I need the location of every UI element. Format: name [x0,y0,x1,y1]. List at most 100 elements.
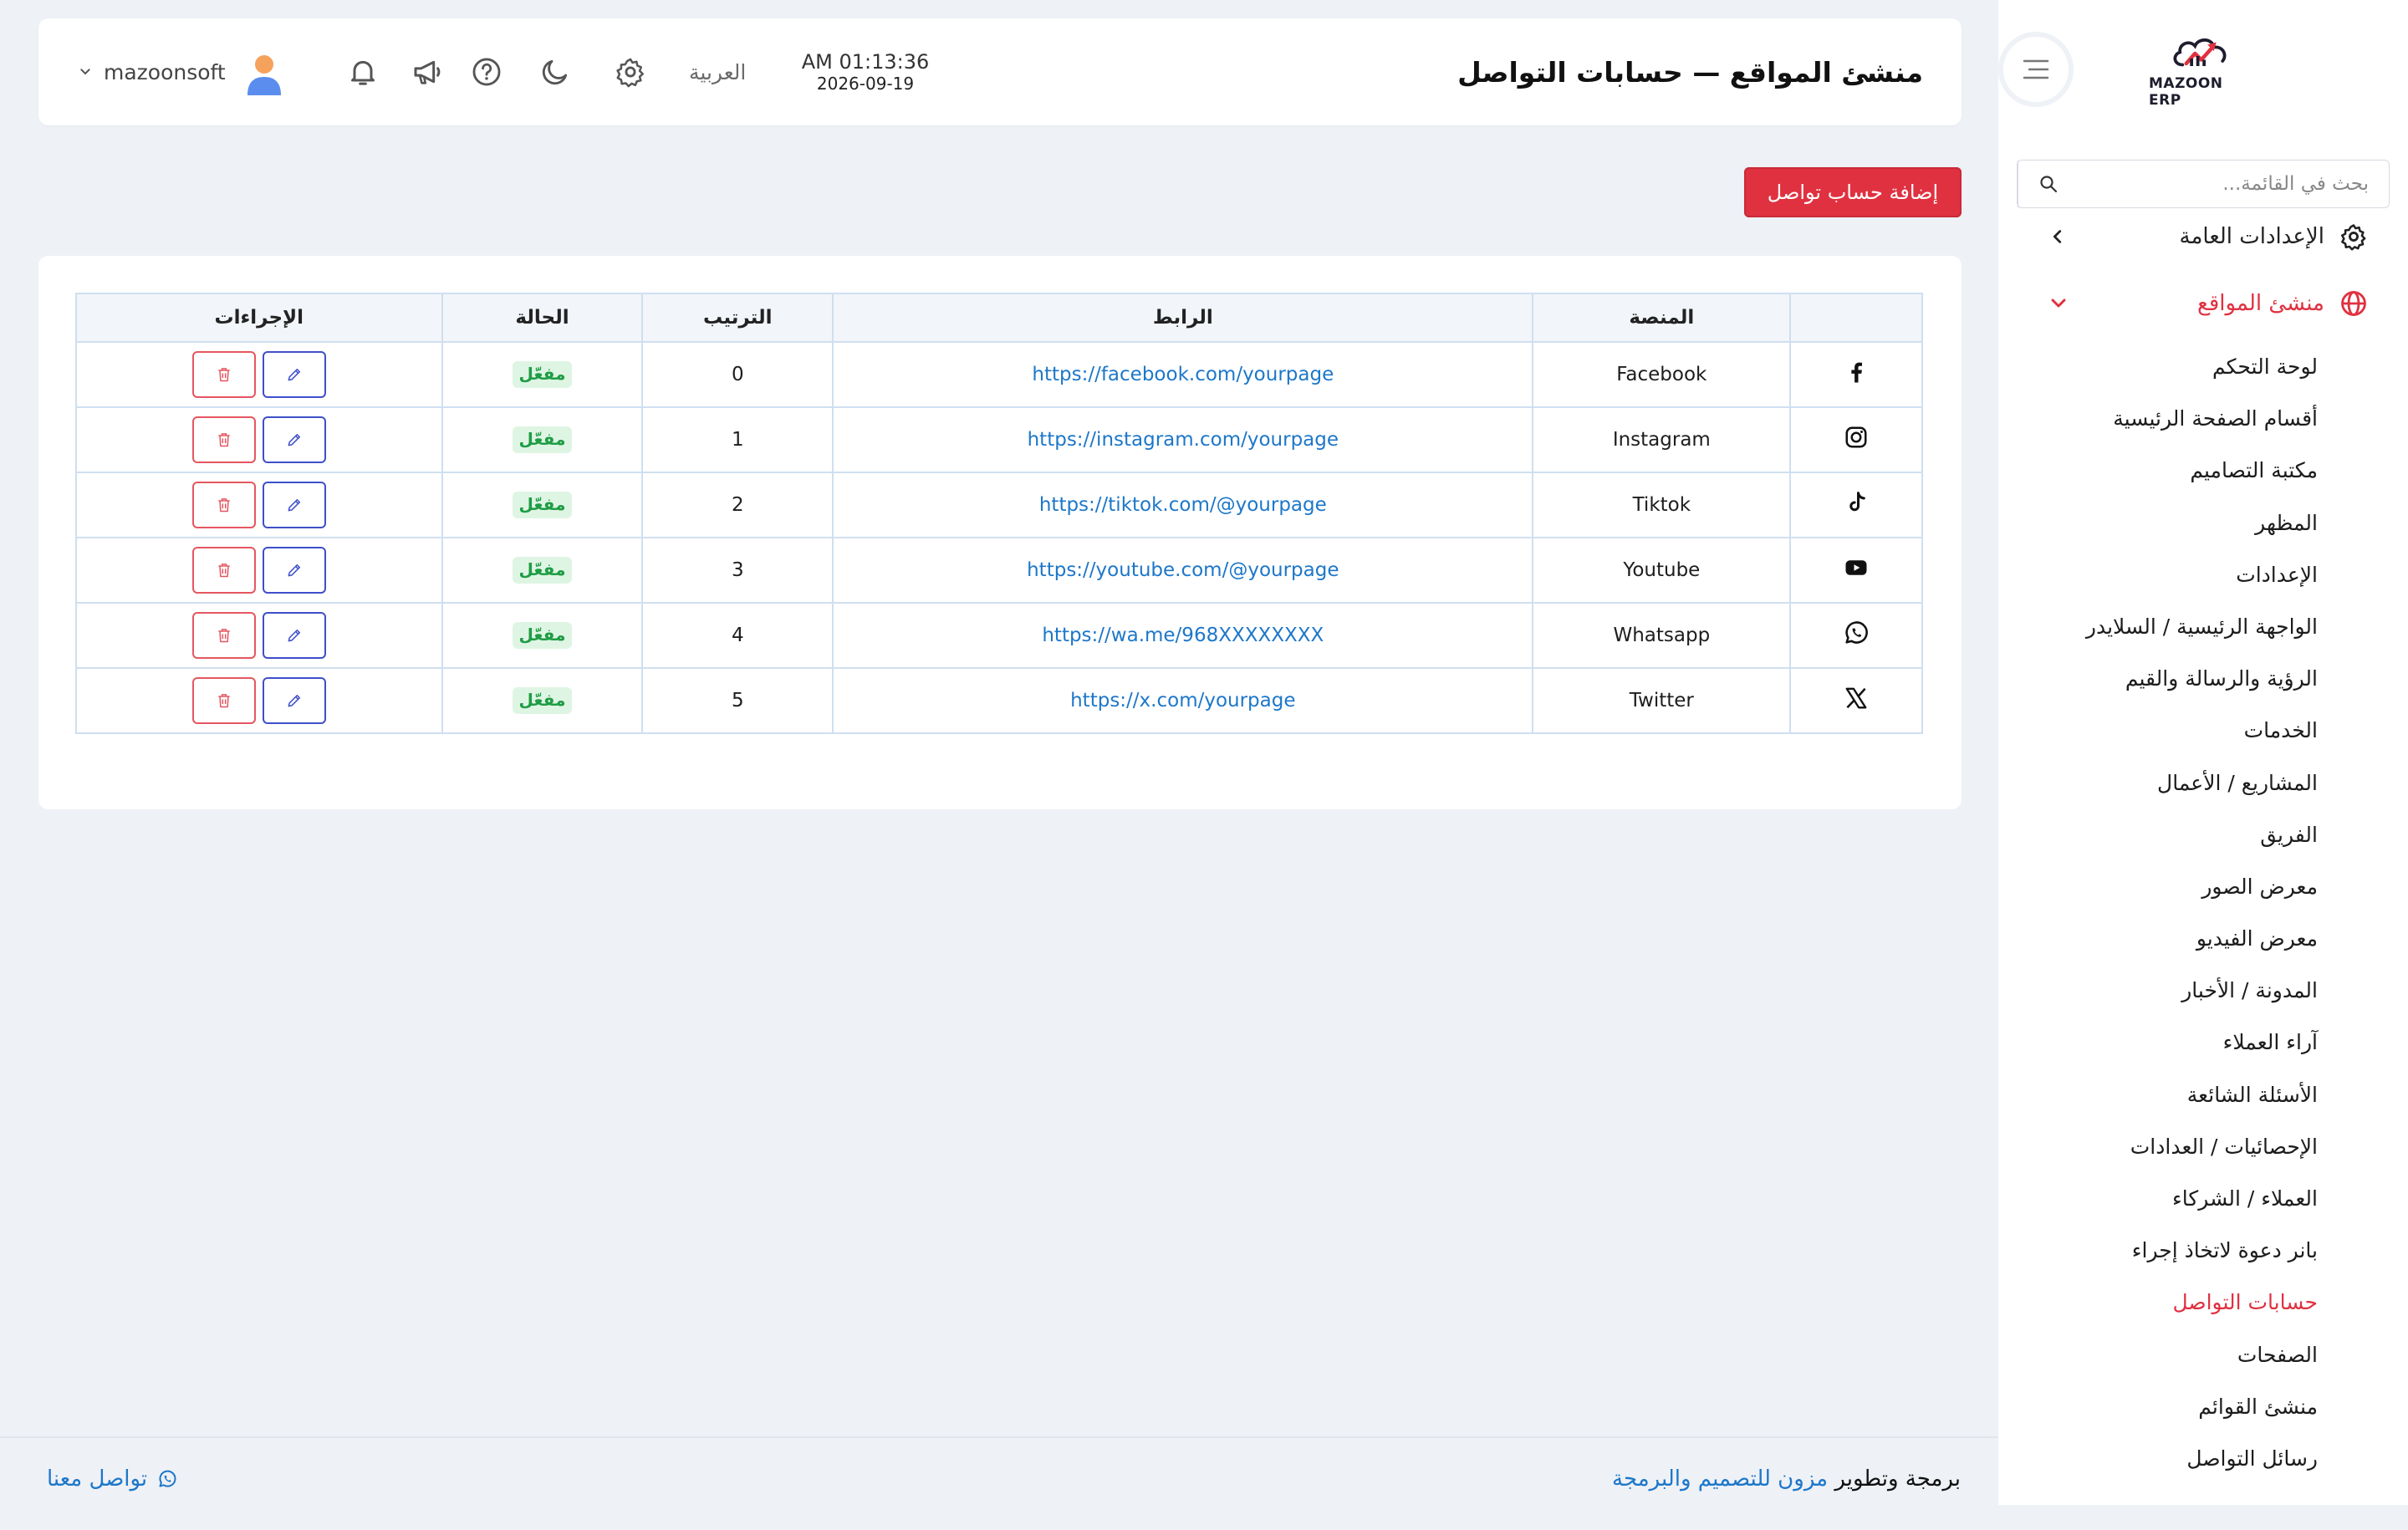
account-link[interactable]: https://facebook.com/yourpage [832,341,1534,408]
col-order: الترتيب [641,293,834,343]
edit-button[interactable] [262,677,326,724]
sidebar-item-social-accounts[interactable]: حسابات التواصل [2086,1277,2318,1329]
edit-button[interactable] [262,612,326,659]
mazoon-erp-logo[interactable]: MAZOON ERP [2149,33,2258,109]
menu-lines-icon [2023,59,2049,79]
sidebar-search-input[interactable] [2078,161,2389,207]
notifications-button[interactable] [344,54,381,90]
instagram-icon [1845,426,1867,448]
sidebar-item-contact-messages[interactable]: رسائل التواصل [2086,1433,2318,1485]
add-social-account-button[interactable]: إضافة حساب تواصل [1744,167,1962,217]
chevron-left-icon [2053,230,2062,243]
x-twitter-icon [1845,687,1867,709]
sidebar-toggle-button[interactable] [1998,32,2074,107]
delete-button[interactable] [191,482,256,528]
delete-button[interactable] [191,612,256,659]
language-switcher[interactable]: العربية [689,18,746,125]
col-actions: الإجراءات [75,293,443,343]
menu-group-general-settings[interactable]: الإعدادات العامة [2048,216,2368,258]
status-cell: مفعّل [441,537,644,604]
platform-icon-cell [1789,667,1923,734]
sidebar-item-home-sections[interactable]: أقسام الصفحة الرئيسية [2086,393,2318,445]
pencil-icon [288,499,300,512]
sidebar-item-vision-mission[interactable]: الرؤية والرسالة والقيم [2086,653,2318,705]
sidebar-item-video-gallery[interactable]: معرض الفيديو [2086,913,2318,965]
sidebar-item-clients-partners[interactable]: العملاء / الشركاء [2086,1173,2318,1225]
delete-button[interactable] [191,351,256,398]
announcements-button[interactable] [410,54,446,90]
bell-icon [351,60,375,85]
actions-cell [75,602,443,669]
sidebar-item-testimonials[interactable]: آراء العملاء [2086,1017,2318,1068]
avatar[interactable] [244,52,284,95]
pencil-icon [288,369,300,381]
edit-button[interactable] [262,416,326,463]
sidebar-item-design-library[interactable]: مكتبة التصاميم [2086,445,2318,497]
delete-button[interactable] [191,416,256,463]
clock-date: 2026-09-19 [816,74,915,94]
menu-group-label: منشئ المواقع [2196,291,2324,316]
edit-button[interactable] [262,351,326,398]
sidebar-item-appearance[interactable]: المظهر [2086,497,2318,549]
user-avatar-icon [247,55,281,95]
pencil-icon [288,630,300,642]
footer-divider [0,1436,1998,1438]
status-cell: مفعّل [441,406,644,473]
sidebar-item-cta-banner[interactable]: بانر دعوة لاتخاذ إجراء [2086,1225,2318,1277]
pencil-icon [288,695,300,707]
page-title: منشئ المواقع — حسابات التواصل [1457,55,1923,89]
dark-mode-button[interactable] [537,54,574,90]
sidebar-item-menu-builder[interactable]: منشئ القوائم [2086,1381,2318,1433]
col-link: الرابط [832,293,1534,343]
platform-icon-cell [1789,537,1923,604]
settings-button[interactable] [612,54,649,90]
sidebar-item-team[interactable]: الفريق [2086,809,2318,861]
table-row: Facebook https://facebook.com/yourpage 0… [75,341,1923,408]
sidebar-item-pages[interactable]: الصفحات [2086,1329,2318,1381]
trash-icon [218,694,230,708]
facebook-icon [1851,362,1863,383]
help-button[interactable] [468,54,505,90]
sidebar-item-dashboard[interactable]: لوحة التحكم [2086,341,2318,393]
status-cell: مفعّل [441,341,644,408]
sidebar-item-settings[interactable]: الإعدادات [2086,549,2318,601]
status-badge: مفعّل [512,557,573,584]
trash-icon [218,433,230,447]
social-accounts-table: المنصة الرابط الترتيب الحالة الإجراءات F… [75,293,1923,734]
question-circle-icon [472,58,501,86]
account-link[interactable]: https://x.com/yourpage [832,667,1534,734]
table-row: Instagram https://instagram.com/yourpage… [75,406,1923,473]
menu-group-site-builder[interactable]: منشئ المواقع [2048,283,2368,324]
search-button[interactable] [2018,161,2078,207]
platform-icon-cell [1789,602,1923,669]
sidebar-item-hero-slider[interactable]: الواجهة الرئيسية / السلايدر [2086,601,2318,653]
order-value: 2 [641,472,834,538]
delete-button[interactable] [191,677,256,724]
account-link[interactable]: https://wa.me/968XXXXXXXX [832,602,1534,669]
edit-button[interactable] [262,547,326,594]
account-link[interactable]: https://tiktok.com/@yourpage [832,472,1534,538]
account-link[interactable]: https://youtube.com/@yourpage [832,537,1534,604]
sidebar-item-blog-news[interactable]: المدونة / الأخبار [2086,965,2318,1017]
youtube-icon [1845,560,1867,575]
delete-button[interactable] [191,547,256,594]
contact-us-label: تواصل معنا [47,1466,148,1492]
sidebar-item-faq[interactable]: الأسئلة الشائعة [2086,1069,2318,1121]
account-link[interactable]: https://instagram.com/yourpage [832,406,1534,473]
edit-button[interactable] [262,482,326,528]
sidebar-item-services[interactable]: الخدمات [2086,705,2318,757]
platform-name: Whatsapp [1532,602,1792,669]
user-menu[interactable]: mazoonsoft [79,18,226,125]
sidebar-item-photo-gallery[interactable]: معرض الصور [2086,861,2318,913]
order-value: 1 [641,406,834,473]
credit-prefix: برمجة وتطوير [1834,1466,1962,1492]
sidebar-item-statistics[interactable]: الإحصائيات / العدادات [2086,1121,2318,1173]
order-value: 4 [641,602,834,669]
credit-brand-link[interactable]: مزون للتصميم والبرمجة [1612,1466,1828,1492]
contact-us-link[interactable]: تواصل معنا [47,1466,177,1492]
platform-name: Facebook [1532,341,1792,408]
sidebar-item-projects[interactable]: المشاريع / الأعمال [2086,757,2318,809]
chevron-down-icon [80,69,90,74]
order-value: 3 [641,537,834,604]
platform-name: Instagram [1532,406,1792,473]
